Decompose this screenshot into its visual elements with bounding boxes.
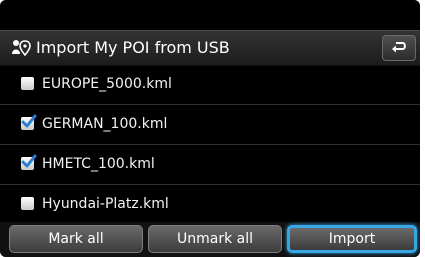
checkbox[interactable] bbox=[21, 154, 37, 170]
file-row[interactable]: GERMAN_100.kml bbox=[0, 105, 420, 145]
checkbox[interactable] bbox=[21, 114, 37, 130]
navigation-screen: Import My POI from USB EUROPE_5000.kml G… bbox=[0, 0, 420, 257]
page-title: Import My POI from USB bbox=[36, 38, 230, 57]
header-bar: Import My POI from USB bbox=[0, 30, 420, 66]
checkbox[interactable] bbox=[21, 77, 34, 90]
bottom-toolbar: Mark all Unmark all Import bbox=[0, 222, 420, 257]
file-row[interactable]: Hyundai-Platz.kml bbox=[0, 185, 420, 225]
checkbox[interactable] bbox=[21, 197, 34, 210]
checkmark-icon bbox=[21, 114, 37, 128]
import-button[interactable]: Import bbox=[287, 225, 417, 253]
file-name: EUROPE_5000.kml bbox=[42, 76, 172, 92]
file-name: GERMAN_100.kml bbox=[42, 116, 168, 132]
file-row[interactable]: HMETC_100.kml bbox=[0, 145, 420, 185]
back-arrow-icon bbox=[392, 42, 406, 53]
checkmark-icon bbox=[21, 154, 37, 168]
file-name: HMETC_100.kml bbox=[42, 156, 155, 172]
mark-all-button[interactable]: Mark all bbox=[9, 225, 143, 253]
poi-usb-icon bbox=[10, 38, 32, 58]
top-bar bbox=[0, 0, 420, 30]
unmark-all-button[interactable]: Unmark all bbox=[148, 225, 282, 253]
back-button[interactable] bbox=[382, 35, 416, 61]
file-row[interactable]: EUROPE_5000.kml bbox=[0, 65, 420, 105]
file-list: EUROPE_5000.kml GERMAN_100.kml HMETC_100… bbox=[0, 65, 420, 225]
file-name: Hyundai-Platz.kml bbox=[42, 196, 169, 212]
